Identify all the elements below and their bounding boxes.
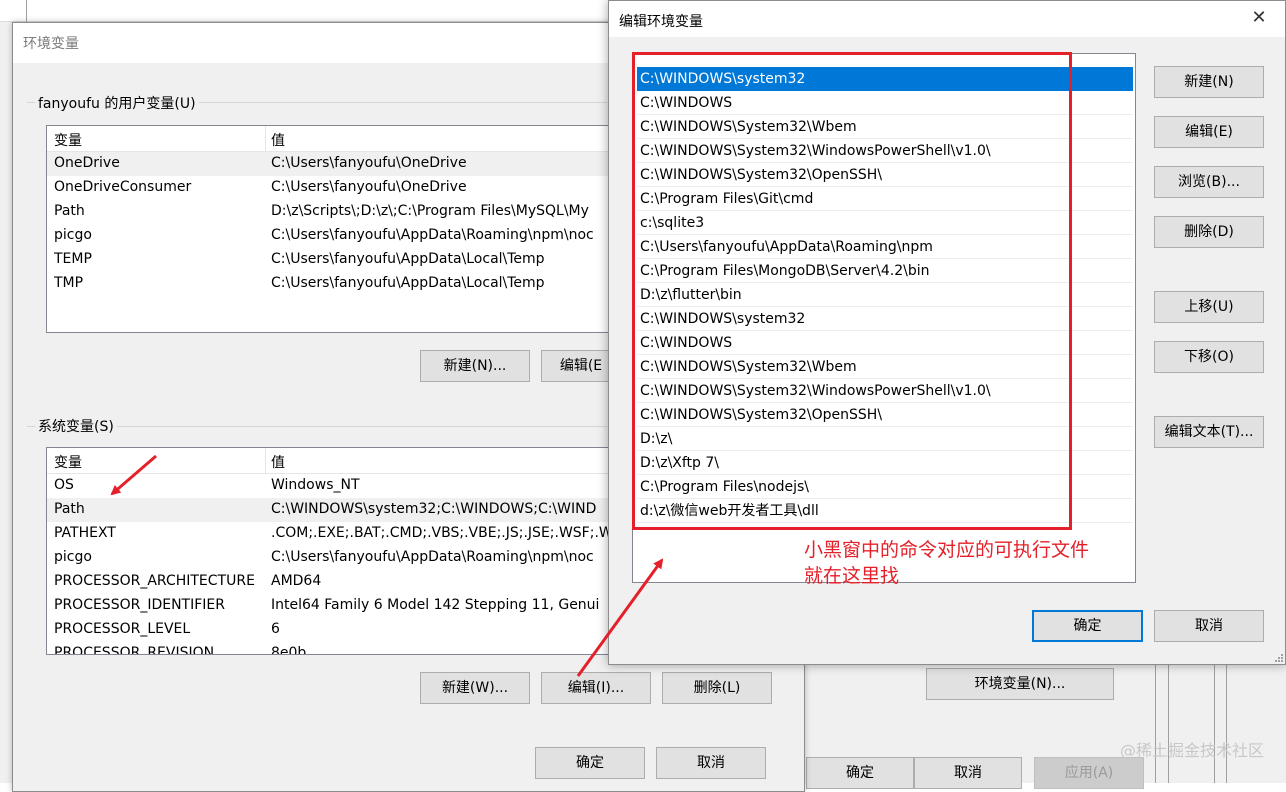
- arrow-edit-to-list-icon: [576, 558, 664, 677]
- annotation-arrows: [110, 454, 664, 677]
- watermark: @稀土掘金技术社区: [1119, 741, 1264, 760]
- arrow-to-path-variable-icon: [110, 454, 157, 496]
